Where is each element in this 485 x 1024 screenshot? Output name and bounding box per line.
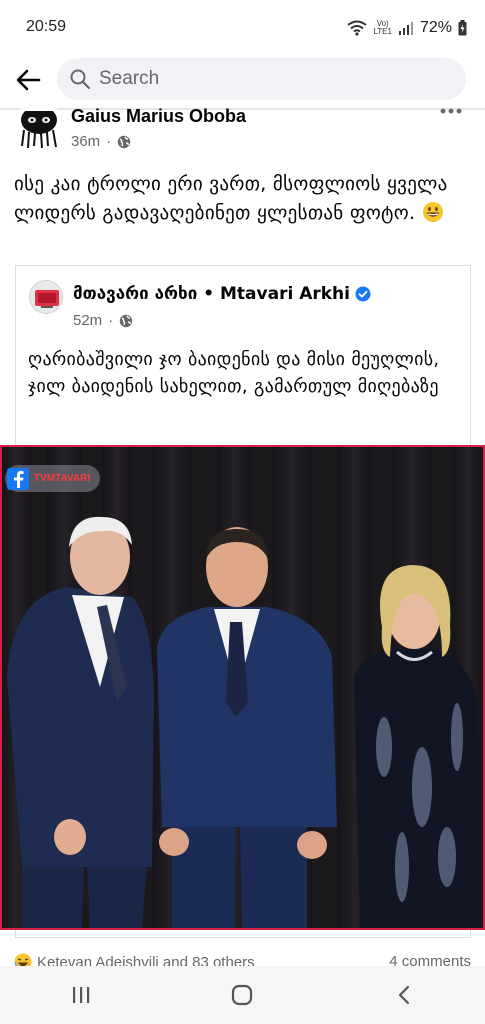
shared-post-text: ღარიბაშვილი ჯო ბაიდენის და მისი მეუღლის,… xyxy=(28,349,440,397)
home-icon xyxy=(232,984,253,1006)
more-horizontal-icon xyxy=(440,108,462,114)
meta-separator: · xyxy=(108,312,114,329)
status-time: 20:59 xyxy=(26,18,67,35)
search-input[interactable] xyxy=(99,68,429,90)
back-nav-button[interactable] xyxy=(374,973,434,1017)
search-header xyxy=(0,52,485,106)
photo-image xyxy=(2,447,483,928)
post-meta: 36m · xyxy=(71,133,131,150)
verified-badge-icon xyxy=(355,286,371,302)
home-button[interactable] xyxy=(212,973,272,1017)
facebook-logo-icon xyxy=(7,467,29,490)
arrow-left-icon xyxy=(16,69,41,91)
shared-page-name[interactable]: მთავარი არხი • Mtavari Arkhi xyxy=(73,284,350,304)
watermark-label: TVMTAVARI xyxy=(34,473,91,484)
wifi-icon xyxy=(347,20,368,36)
recent-apps-icon xyxy=(72,987,90,1003)
page-avatar[interactable] xyxy=(29,280,63,314)
shared-post-time[interactable]: 52m xyxy=(73,312,102,329)
meta-separator: · xyxy=(106,133,112,150)
post-text-container: ისე კაი ტროლი ერი ვართ, მსოფლიოს ყველა ლ… xyxy=(14,170,474,228)
avatar-creature-image xyxy=(21,108,57,149)
tvmtavari-watermark: TVMTAVARI xyxy=(5,465,101,492)
battery-charging-icon xyxy=(458,20,467,36)
tv-logo-icon xyxy=(35,290,59,308)
back-button[interactable] xyxy=(10,62,46,98)
status-icons: Vo) LTE1 72% xyxy=(347,17,467,39)
post-text: ისე კაი ტროლი ერი ვართ, მსოფლიოს ყველა ლ… xyxy=(14,173,448,224)
signal-icon xyxy=(398,22,413,35)
shared-page-name-row[interactable]: მთავარი არხი • Mtavari Arkhi xyxy=(73,284,371,304)
recent-apps-button[interactable] xyxy=(51,973,111,1017)
status-bar: 20:59 Vo) LTE1 72% xyxy=(0,0,485,52)
search-icon xyxy=(70,69,91,90)
chevron-left-icon xyxy=(399,985,410,1005)
post-time[interactable]: 36m xyxy=(71,133,100,150)
network-lte-label: LTE1 xyxy=(373,27,392,36)
shared-post-card[interactable]: მთავარი არხი • Mtavari Arkhi 52m · ღარიბ… xyxy=(15,265,471,445)
shared-card-bottom xyxy=(15,930,471,938)
grinning-face-emoji xyxy=(422,202,443,222)
battery-percentage: 72% xyxy=(419,19,452,36)
globe-icon xyxy=(119,314,133,327)
shared-post-meta: 52m · xyxy=(73,312,133,329)
android-nav-bar xyxy=(0,966,485,1024)
post-photo[interactable]: TVMTAVARI xyxy=(0,445,485,930)
network-type: Vo) LTE1 xyxy=(373,20,392,36)
search-bar[interactable] xyxy=(57,58,466,100)
globe-icon xyxy=(117,135,131,148)
post-author-name[interactable]: Gaius Marius Oboba xyxy=(71,106,246,127)
author-avatar[interactable] xyxy=(16,108,62,150)
more-options-button[interactable] xyxy=(437,101,465,121)
